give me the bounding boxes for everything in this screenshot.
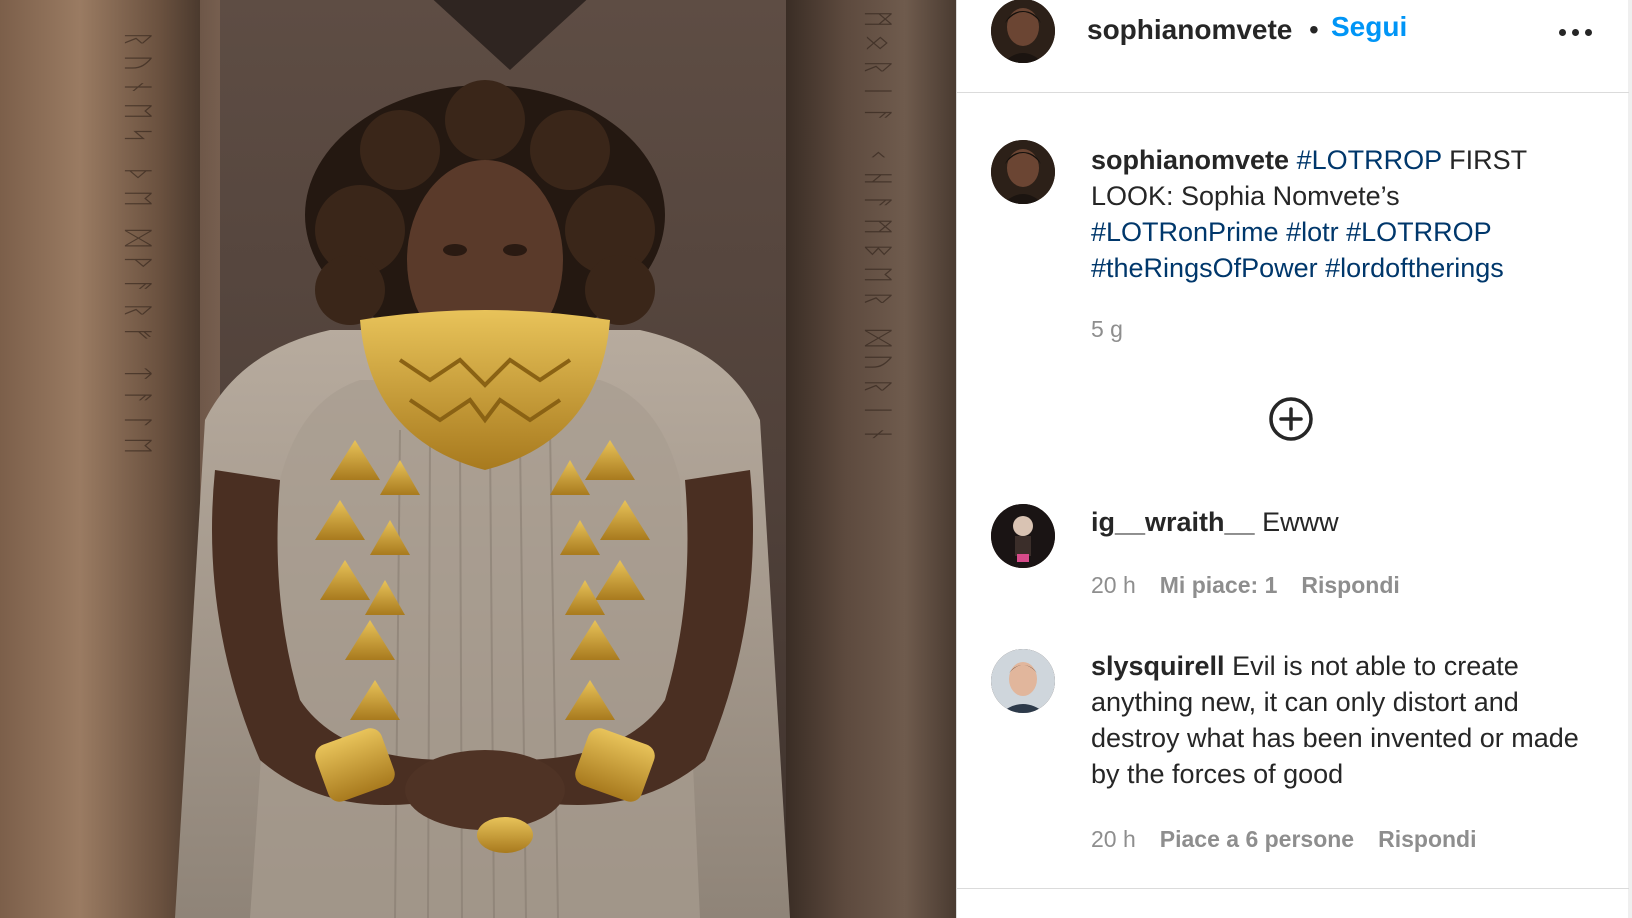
comment-likes[interactable]: Piace a 6 persone (1160, 826, 1354, 853)
reply-button[interactable]: Rispondi (1378, 826, 1476, 853)
hashtag-link[interactable]: #LOTRonPrime (1091, 217, 1279, 247)
scrollbar-track[interactable] (1628, 0, 1632, 918)
post-header: sophianomvete • Segui (957, 0, 1629, 93)
comment-username[interactable]: ig__wraith__ (1091, 507, 1255, 537)
more-options-icon[interactable] (1557, 14, 1593, 50)
caption-username[interactable]: sophianomvete (1091, 145, 1289, 175)
post-photo[interactable]: ᚱᚢᚾᛖᛋ ᚦᛖ ᛞᚹᚨᚱᚠ ᛏᚨᛚᛖ ᛗᛟᚱᛁᚨ ᚲᚺᚨᛗᛒᛖᚱ ᛞᚢᚱᛁᚾ (0, 0, 956, 918)
comment-meta: 20 h Mi piace: 1 Rispondi (1091, 572, 1400, 599)
reply-button[interactable]: Rispondi (1301, 572, 1399, 599)
comment-username[interactable]: slysquirell (1091, 651, 1225, 681)
comment-meta: 20 h Piace a 6 persone Rispondi (1091, 826, 1477, 853)
commenter-avatar-image (991, 649, 1055, 713)
comment-text: slysquirell Evil is not able to create a… (1091, 648, 1591, 792)
comment-likes[interactable]: Mi piace: 1 (1160, 572, 1278, 599)
hashtag-link[interactable]: #lordoftherings (1325, 253, 1504, 283)
plus-circle-icon[interactable] (1267, 395, 1315, 443)
hashtag-link[interactable]: #LOTRROP (1297, 145, 1442, 175)
divider (957, 888, 1629, 889)
comment-timestamp[interactable]: 20 h (1091, 572, 1136, 599)
author-username[interactable]: sophianomvete (1087, 14, 1292, 46)
caption-avatar-image (991, 140, 1055, 204)
hashtag-link[interactable]: #LOTRROP (1346, 217, 1491, 247)
commenter-avatar[interactable] (991, 649, 1055, 713)
post-side-panel: sophianomvete • Segui sophianomvete #LOT… (956, 0, 1632, 918)
separator-dot: • (1309, 14, 1319, 45)
commenter-avatar-image (991, 504, 1055, 568)
post-caption: sophianomvete #LOTRROP FIRST LOOK: Sophi… (1091, 142, 1591, 286)
commenter-avatar[interactable] (991, 504, 1055, 568)
comment-timestamp[interactable]: 20 h (1091, 826, 1136, 853)
caption-timestamp[interactable]: 5 g (1091, 316, 1123, 343)
hashtag-link[interactable]: #theRingsOfPower (1091, 253, 1318, 283)
caption-author-avatar[interactable] (991, 140, 1055, 204)
author-avatar[interactable] (991, 0, 1055, 63)
comment-body: Ewww (1262, 507, 1339, 537)
follow-button[interactable]: Segui (1331, 11, 1407, 43)
hashtag-link[interactable]: #lotr (1286, 217, 1339, 247)
portrait-figure (175, 80, 790, 918)
comment-text: ig__wraith__ Ewww (1091, 504, 1591, 540)
author-avatar-image (991, 0, 1055, 63)
